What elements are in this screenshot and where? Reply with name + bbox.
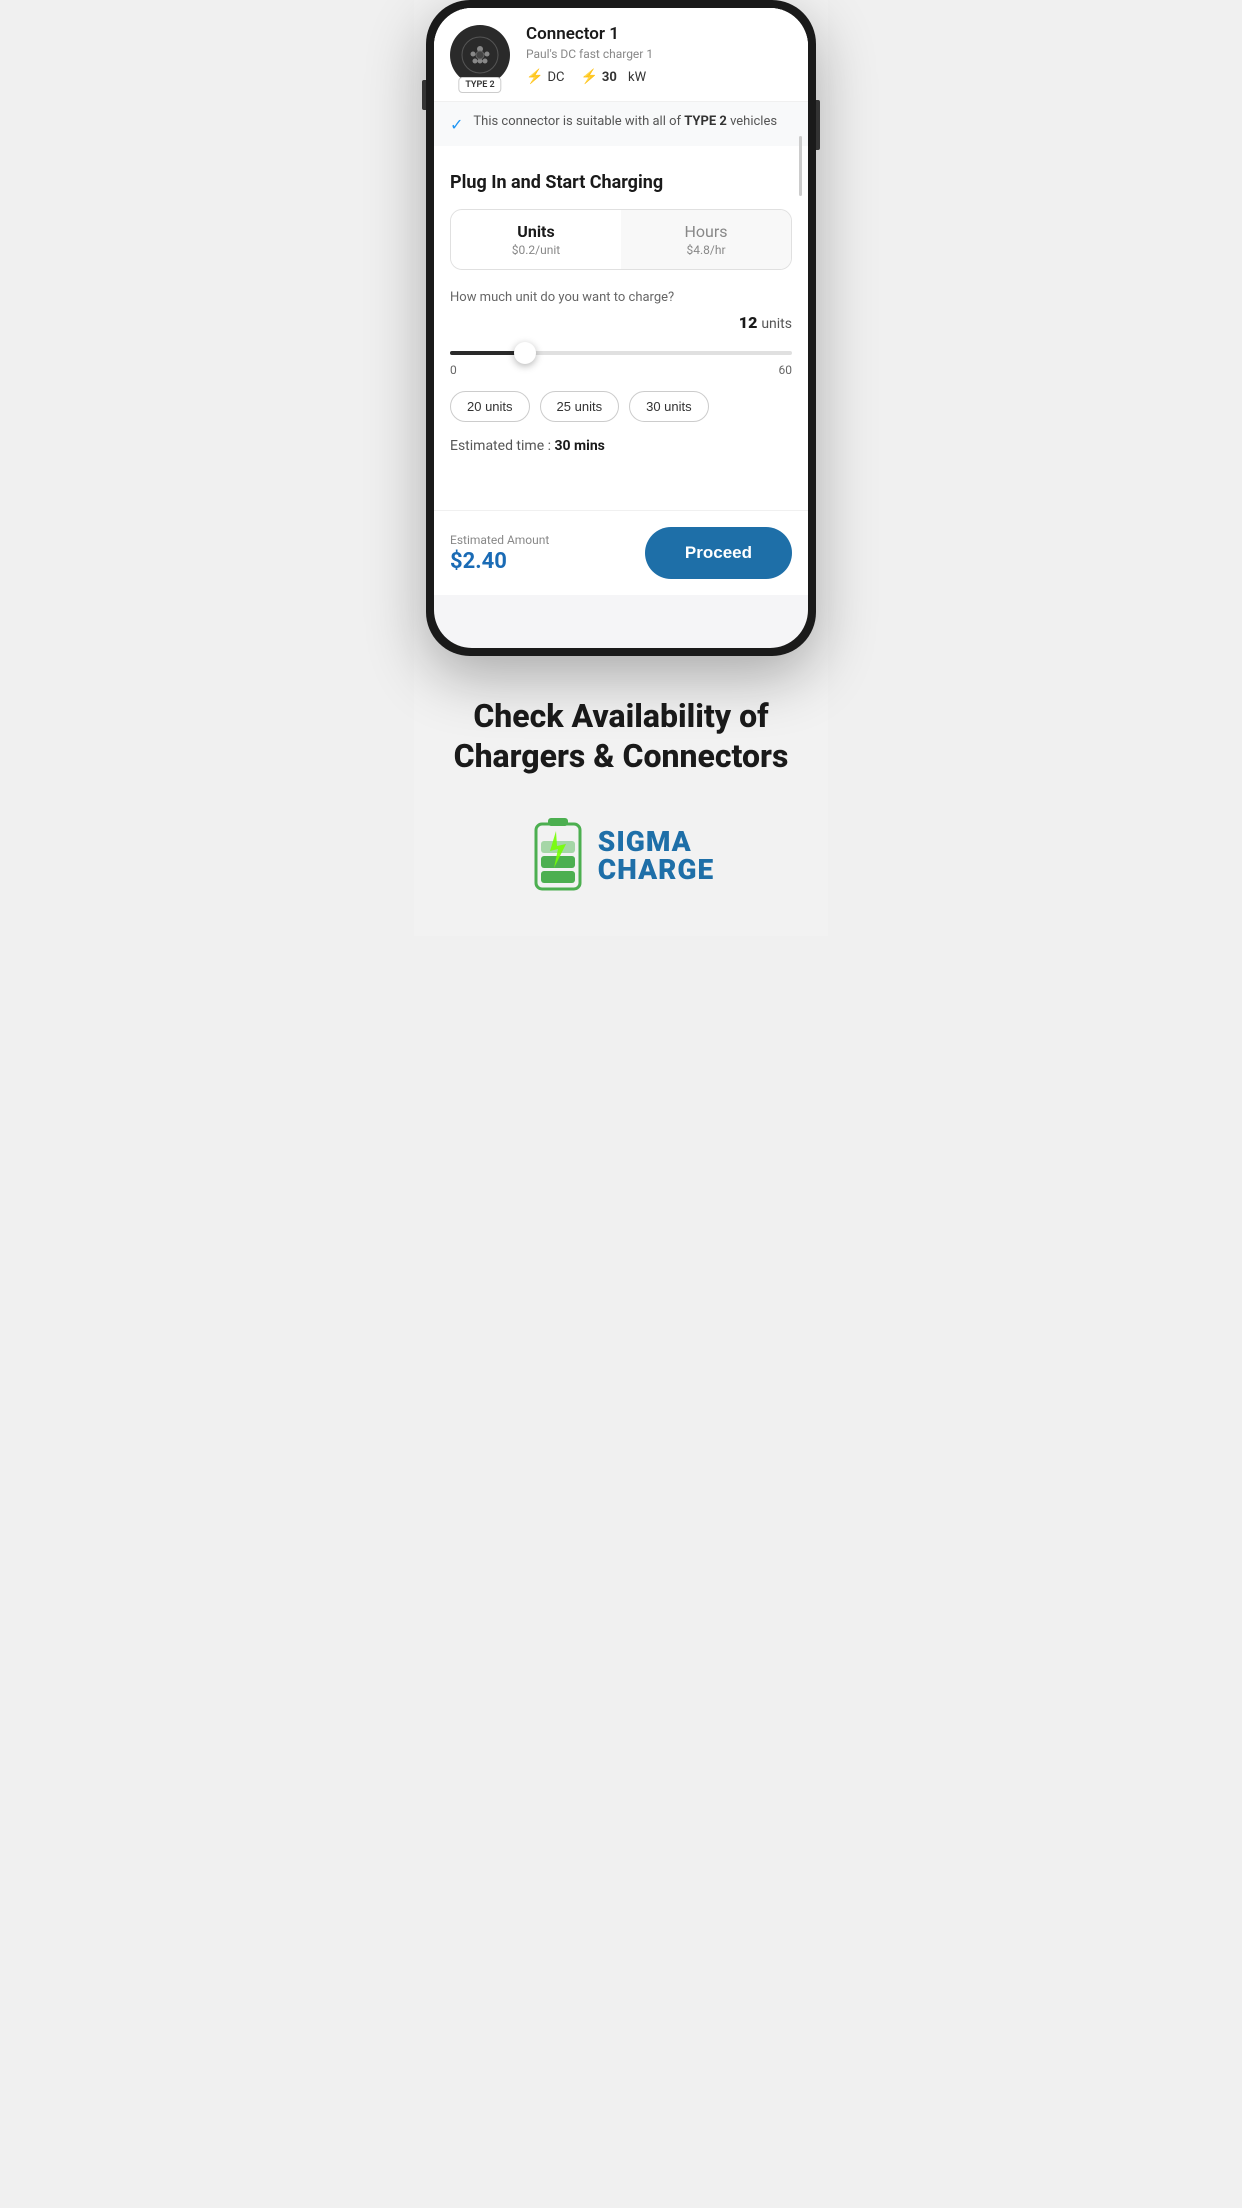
compat-highlight: TYPE 2 — [684, 114, 727, 129]
scroll-indicator — [799, 136, 802, 196]
units-value: 12 — [739, 313, 758, 332]
compatibility-notice: ✓ This connector is suitable with all of… — [434, 102, 808, 146]
est-time-value: 30 mins — [554, 438, 604, 454]
power-unit: kW — [628, 70, 646, 85]
charging-section: Plug In and Start Charging Units $0.2/un… — [434, 156, 808, 470]
connector-icon — [450, 25, 510, 85]
type-badge: TYPE 2 — [458, 77, 501, 93]
heading-line2: Chargers & Connectors — [454, 737, 789, 775]
slider-container — [450, 340, 792, 359]
units-display: 12 units — [450, 313, 792, 332]
est-time-label: Estimated time : — [450, 438, 554, 454]
tab-units-label: Units — [463, 222, 609, 241]
connector-specs: ⚡ DC ⚡ 30 kW — [526, 69, 792, 85]
amount-value: $2.40 — [450, 549, 549, 574]
quick-btn-25[interactable]: 25 units — [540, 391, 620, 422]
compat-suffix: vehicles — [727, 114, 777, 129]
brand-text: SIGMA CHARGE — [598, 828, 714, 884]
dc-label: DC — [547, 70, 564, 85]
phone-screen: TYPE 2 Connector 1 Paul's DC fast charge… — [434, 8, 808, 648]
heading-line1: Check Availability of — [473, 697, 768, 735]
main-heading: Check Availability of Chargers & Connect… — [434, 696, 808, 776]
logo-section: SIGMA CHARGE — [434, 816, 808, 896]
connector-subtitle: Paul's DC fast charger 1 — [526, 47, 792, 61]
compat-prefix: This connector is suitable with all of — [473, 114, 684, 129]
units-label: units — [761, 316, 792, 332]
page-wrapper: TYPE 2 Connector 1 Paul's DC fast charge… — [414, 0, 828, 936]
brand-sigma: SIGMA — [598, 828, 714, 856]
power-spec: ⚡ 30 kW — [580, 69, 646, 85]
connector-svg — [460, 35, 500, 75]
connector-name: Connector 1 — [526, 24, 792, 44]
screen-content: TYPE 2 Connector 1 Paul's DC fast charge… — [434, 8, 808, 595]
charging-tabs: Units $0.2/unit Hours $4.8/hr — [450, 209, 792, 270]
estimated-time: Estimated time : 30 mins — [450, 438, 792, 454]
amount-label: Estimated Amount — [450, 533, 549, 547]
compatibility-text: This connector is suitable with all of T… — [473, 114, 777, 129]
slider-min: 0 — [450, 363, 457, 377]
tab-units-price: $0.2/unit — [463, 243, 609, 257]
lightning-icon: ⚡ — [580, 69, 597, 85]
proceed-button[interactable]: Proceed — [645, 527, 792, 579]
power-value: 30 — [602, 70, 617, 85]
check-icon: ✓ — [450, 115, 463, 134]
tab-hours[interactable]: Hours $4.8/hr — [621, 210, 791, 269]
phone-mockup: TYPE 2 Connector 1 Paul's DC fast charge… — [426, 0, 816, 656]
bottom-bar: Estimated Amount $2.40 Proceed — [434, 510, 808, 595]
battery-logo-svg — [528, 816, 588, 896]
tab-hours-price: $4.8/hr — [633, 243, 779, 257]
connector-card: TYPE 2 Connector 1 Paul's DC fast charge… — [434, 8, 808, 102]
quick-btn-20[interactable]: 20 units — [450, 391, 530, 422]
units-slider[interactable] — [450, 351, 792, 355]
quick-select: 20 units 25 units 30 units — [450, 391, 792, 422]
connector-info: Connector 1 Paul's DC fast charger 1 ⚡ D… — [526, 24, 792, 85]
page-content: Check Availability of Chargers & Connect… — [414, 656, 828, 936]
slider-max: 60 — [779, 363, 793, 377]
units-question: How much unit do you want to charge? — [450, 290, 792, 305]
connector-icon-wrapper: TYPE 2 — [450, 25, 510, 85]
brand-charge: CHARGE — [598, 856, 714, 884]
tab-units[interactable]: Units $0.2/unit — [451, 210, 621, 269]
slider-labels: 0 60 — [450, 363, 792, 377]
dc-icon: ⚡ — [526, 69, 543, 85]
amount-section: Estimated Amount $2.40 — [450, 533, 549, 574]
section-title: Plug In and Start Charging — [450, 172, 792, 193]
tab-hours-label: Hours — [633, 222, 779, 241]
dc-spec: ⚡ DC — [526, 69, 564, 85]
quick-btn-30[interactable]: 30 units — [629, 391, 709, 422]
